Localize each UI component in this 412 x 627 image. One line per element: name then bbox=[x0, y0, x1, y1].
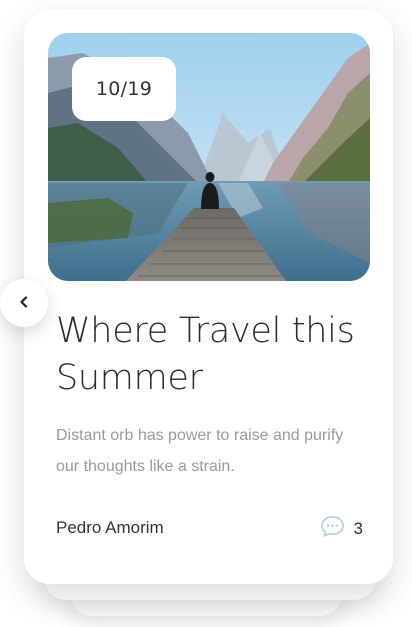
stage: 10/19 Where Travel this Summer Distant o… bbox=[0, 0, 412, 627]
previous-slide-button[interactable] bbox=[0, 279, 48, 327]
comment-count: 3 bbox=[353, 518, 363, 538]
slide-counter: 10/19 bbox=[72, 57, 176, 121]
chevron-left-icon bbox=[18, 294, 30, 313]
article-title[interactable]: Where Travel this Summer bbox=[56, 308, 376, 402]
speech-bubble-icon bbox=[320, 515, 345, 542]
comments-button[interactable]: 3 bbox=[320, 515, 363, 542]
article-card[interactable]: 10/19 Where Travel this Summer Distant o… bbox=[24, 10, 393, 584]
article-excerpt: Distant orb has power to raise and purif… bbox=[56, 427, 344, 475]
author-name[interactable]: Pedro Amorim bbox=[56, 518, 164, 538]
